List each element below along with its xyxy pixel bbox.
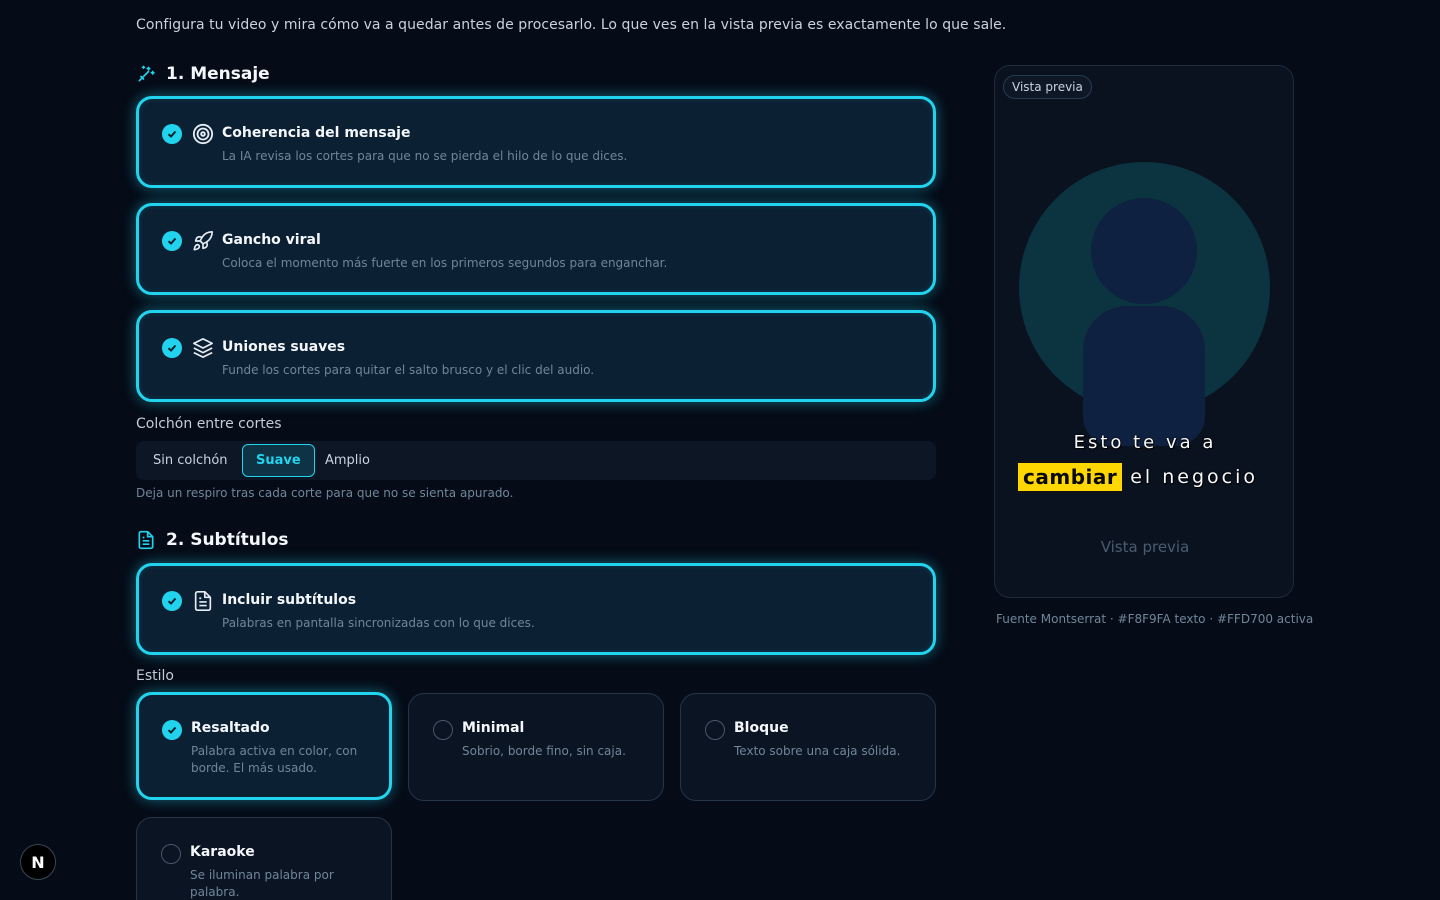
document-icon [136, 530, 156, 550]
preview-badge: Vista previa [1003, 75, 1092, 99]
cushion-label: Colchón entre cortes [136, 416, 282, 432]
section-title-text: 2. Subtítulos [166, 530, 289, 550]
cushion-option-sin-colchon[interactable]: Sin colchón [140, 444, 241, 477]
caption-active-word: cambiar [1016, 461, 1125, 493]
caption-line-1: Esto te va a [1073, 432, 1217, 453]
section-title-mensaje: 1. Mensaje [136, 64, 270, 84]
style-label: Estilo [136, 668, 174, 684]
option-description: La IA revisa los cortes para que no se p… [222, 149, 628, 163]
option-coherencia[interactable]: Coherencia del mensaje La IA revisa los … [136, 96, 936, 188]
magic-wand-icon [136, 64, 156, 84]
option-gancho-viral[interactable]: Gancho viral Coloca el momento más fuert… [136, 203, 936, 295]
avatar-body [1083, 306, 1205, 446]
radio-unchecked[interactable] [705, 720, 725, 740]
style-title: Minimal [462, 720, 525, 736]
option-title: Uniones suaves [222, 339, 346, 355]
section-title-text: 1. Mensaje [166, 64, 270, 84]
option-title: Gancho viral [222, 232, 321, 248]
checkbox-checked[interactable] [162, 591, 182, 611]
nextjs-dev-badge[interactable]: N [20, 844, 56, 880]
avatar-head [1091, 198, 1197, 304]
option-title: Incluir subtítulos [222, 592, 357, 608]
font-info: Fuente Montserrat · #F8F9FA texto · #FFD… [996, 612, 1314, 626]
radio-unchecked[interactable] [433, 720, 453, 740]
option-title: Coherencia del mensaje [222, 125, 411, 141]
style-option-karaoke[interactable]: Karaoke Se iluminan palabra por palabra. [136, 817, 392, 900]
option-description: Palabras en pantalla sincronizadas con l… [222, 616, 535, 630]
cushion-option-suave[interactable]: Suave [242, 444, 315, 477]
checkbox-checked[interactable] [162, 338, 182, 358]
section-title-subtitulos: 2. Subtítulos [136, 530, 289, 550]
style-title: Resaltado [191, 720, 270, 736]
cushion-option-amplio[interactable]: Amplio [312, 444, 383, 477]
radio-checked[interactable] [162, 720, 182, 740]
target-icon [192, 123, 214, 145]
style-title: Karaoke [190, 844, 255, 860]
checkbox-checked[interactable] [162, 231, 182, 251]
video-preview: Vista previa Esto te va a cambiar el neg… [994, 65, 1294, 598]
style-description: Sobrio, borde fino, sin caja. [462, 744, 626, 758]
cushion-selector: Sin colchón Suave Amplio [136, 441, 936, 480]
style-option-bloque[interactable]: Bloque Texto sobre una caja sólida. [680, 693, 936, 801]
caption-line-2: cambiar el negocio [1016, 461, 1258, 493]
layers-icon [192, 337, 214, 359]
style-description: Palabra activa en color, con borde. El m… [191, 744, 358, 775]
style-option-minimal[interactable]: Minimal Sobrio, borde fino, sin caja. [408, 693, 664, 801]
style-description: Texto sobre una caja sólida. [734, 744, 901, 758]
option-description: Funde los cortes para quitar el salto br… [222, 363, 595, 377]
option-description: Coloca el momento más fuerte en los prim… [222, 256, 668, 270]
preview-footer-label: Vista previa [1100, 538, 1190, 556]
file-text-icon [192, 590, 214, 612]
option-uniones-suaves[interactable]: Uniones suaves Funde los cortes para qui… [136, 310, 936, 402]
rocket-icon [192, 230, 214, 252]
style-title: Bloque [734, 720, 789, 736]
style-option-resaltado[interactable]: Resaltado Palabra activa en color, con b… [136, 692, 392, 800]
style-description: Se iluminan palabra por palabra. [190, 868, 334, 899]
caption-rest-words: el negocio [1130, 466, 1259, 488]
cushion-hint: Deja un respiro tras cada corte para que… [136, 486, 514, 500]
radio-unchecked[interactable] [161, 844, 181, 864]
option-incluir-subtitulos[interactable]: Incluir subtítulos Palabras en pantalla … [136, 563, 936, 655]
intro-text: Configura tu video y mira cómo va a qued… [136, 17, 1007, 33]
checkbox-checked[interactable] [162, 124, 182, 144]
